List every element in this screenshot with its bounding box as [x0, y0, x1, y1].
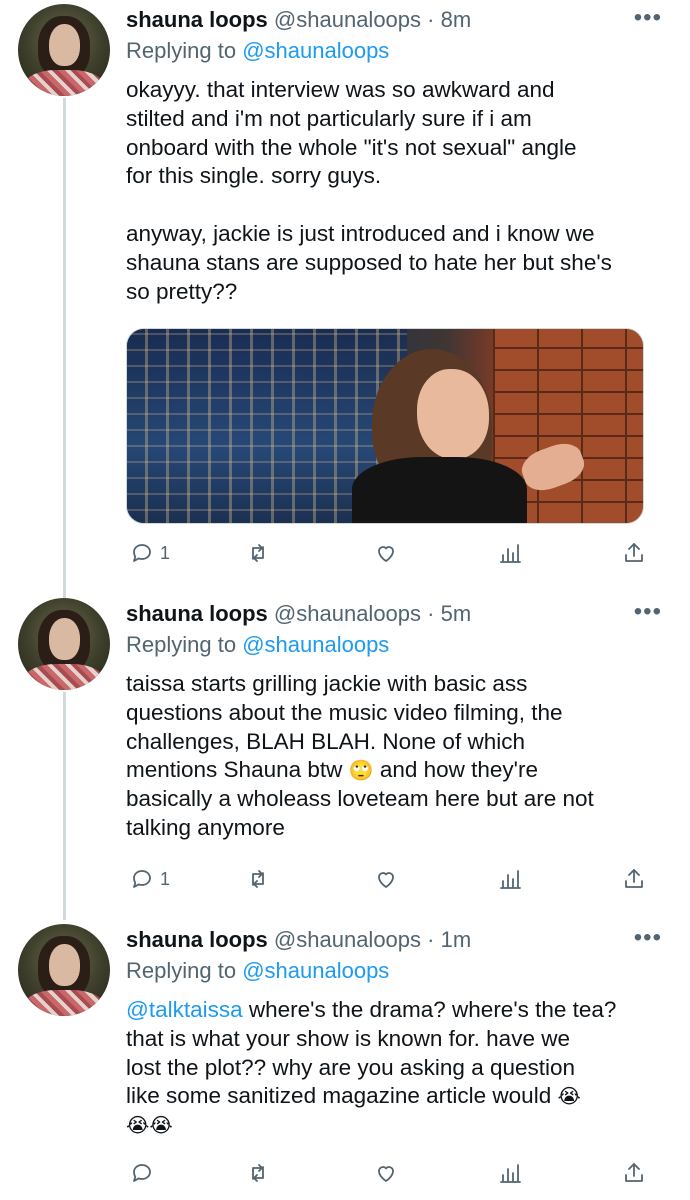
text-line: lost the plot?? why are you asking a que…: [126, 1054, 576, 1080]
replying-to-link[interactable]: @shaunaloops: [242, 958, 389, 983]
reply-button[interactable]: 1: [130, 538, 170, 568]
tweet-header: shauna loops @shaunaloops · 1m: [126, 926, 662, 954]
replying-to: Replying to @shaunaloops: [126, 956, 662, 986]
reply-count: 1: [160, 868, 171, 889]
crying-emoji: 😭: [557, 1084, 581, 1109]
eye-roll-emoji: 🙄: [348, 758, 374, 783]
analytics-icon: [500, 1164, 521, 1183]
more-options-icon[interactable]: •••: [634, 6, 662, 30]
text-line: okayyy. that interview was so awkward an…: [126, 77, 555, 102]
more-options-icon[interactable]: •••: [634, 600, 662, 624]
retweet-button[interactable]: [246, 538, 270, 568]
text-line: and how they're: [373, 757, 538, 783]
share-button[interactable]: [622, 1158, 646, 1188]
retweet-button[interactable]: [246, 1158, 270, 1188]
like-button[interactable]: [374, 538, 398, 568]
reply-button[interactable]: 1: [130, 864, 170, 894]
display-name[interactable]: shauna loops: [126, 927, 268, 952]
text-line: onboard with the whole "it's not sexual"…: [126, 134, 577, 160]
share-icon: [625, 869, 643, 888]
reply-icon: [133, 870, 151, 888]
separator-dot: ·: [427, 7, 435, 32]
replying-to: Replying to @shaunaloops: [126, 36, 662, 66]
timestamp[interactable]: 8m: [441, 7, 472, 32]
text-line: basically a wholeass loveteam here but a…: [126, 786, 594, 812]
like-button[interactable]: [374, 1158, 398, 1188]
tweet-header: shauna loops @shaunaloops · 5m: [126, 600, 662, 628]
replying-to: Replying to @shaunaloops: [126, 630, 662, 660]
tweet[interactable]: shauna loops @shaunaloops · 5m ••• Reply…: [0, 594, 690, 914]
display-name[interactable]: shauna loops: [126, 7, 268, 32]
text-line: anyway, jackie is just introduced and i …: [126, 220, 595, 246]
reply-icon: [133, 1164, 151, 1182]
tweet-text: taissa starts grilling jackie with basic…: [126, 670, 662, 843]
replying-to-link[interactable]: @shaunaloops: [242, 38, 389, 63]
text-line: for this single. sorry guys.: [126, 163, 382, 189]
avatar[interactable]: [18, 924, 110, 1016]
avatar[interactable]: [18, 4, 110, 96]
reply-count: 1: [160, 542, 171, 563]
share-icon: [625, 543, 643, 562]
text-line: taissa starts grilling jackie with basic…: [126, 671, 528, 696]
replying-to-link[interactable]: @shaunaloops: [242, 632, 389, 657]
tweet-actions: [126, 1158, 650, 1188]
timestamp[interactable]: 1m: [441, 927, 472, 952]
analytics-button[interactable]: [498, 1158, 522, 1188]
tweet[interactable]: shauna loops @shaunaloops · 8m ••• Reply…: [0, 0, 690, 590]
analytics-button[interactable]: [498, 864, 522, 894]
reply-icon: [133, 544, 151, 562]
analytics-icon: [500, 544, 521, 563]
user-handle[interactable]: @shaunaloops: [274, 7, 421, 32]
tweet[interactable]: shauna loops @shaunaloops · 1m ••• Reply…: [0, 920, 690, 1200]
text-line: shauna stans are supposed to hate her bu…: [126, 249, 612, 275]
share-icon: [625, 1163, 643, 1182]
timestamp[interactable]: 5m: [441, 601, 472, 626]
share-button[interactable]: [622, 538, 646, 568]
tweet-photo[interactable]: [126, 328, 644, 524]
like-icon: [378, 872, 394, 888]
analytics-icon: [500, 870, 521, 889]
text-line: like some sanitized magazine article wou…: [126, 1083, 552, 1109]
replying-to-label: Replying to: [126, 632, 237, 657]
crying-emoji: 😭😭: [126, 1113, 173, 1138]
text-line: mentions Shauna btw: [126, 757, 343, 783]
user-handle[interactable]: @shaunaloops: [274, 601, 421, 626]
like-button[interactable]: [374, 864, 398, 894]
tweet-actions: 1: [126, 864, 650, 894]
text-line: where's the drama? where's the tea?: [242, 997, 617, 1022]
text-line: stilted and i'm not particularly sure if…: [126, 105, 532, 131]
tweet-actions: 1: [126, 538, 650, 568]
separator-dot: ·: [427, 601, 435, 626]
tweet-text: okayyy. that interview was so awkward an…: [126, 76, 662, 306]
text-line: so pretty??: [126, 278, 238, 304]
text-line: challenges, BLAH BLAH. None of which: [126, 728, 525, 754]
user-handle[interactable]: @shaunaloops: [274, 927, 421, 952]
text-line: questions about the music video filming,…: [126, 699, 563, 725]
text-line: talking anymore: [126, 814, 285, 840]
tweet-header: shauna loops @shaunaloops · 8m: [126, 6, 662, 34]
display-name[interactable]: shauna loops: [126, 601, 268, 626]
mention-link[interactable]: @talktaissa: [126, 997, 243, 1022]
more-options-icon[interactable]: •••: [634, 926, 662, 950]
analytics-button[interactable]: [498, 538, 522, 568]
text-line: that is what your show is known for. hav…: [126, 1025, 570, 1051]
like-icon: [378, 546, 394, 562]
tweet-text: @talktaissa where's the drama? where's t…: [126, 996, 662, 1140]
replying-to-label: Replying to: [126, 38, 237, 63]
reply-button[interactable]: [130, 1158, 160, 1188]
like-icon: [378, 1166, 394, 1182]
replying-to-label: Replying to: [126, 958, 237, 983]
retweet-button[interactable]: [246, 864, 270, 894]
avatar[interactable]: [18, 598, 110, 690]
retweet-icon: [252, 1164, 264, 1182]
separator-dot: ·: [427, 927, 435, 952]
retweet-icon: [252, 544, 264, 562]
retweet-icon: [252, 870, 264, 888]
share-button[interactable]: [622, 864, 646, 894]
